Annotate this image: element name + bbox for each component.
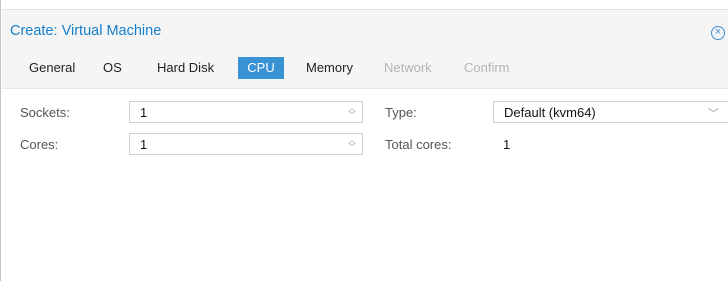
tab-os[interactable]: OS <box>97 57 128 79</box>
sockets-value: 1 <box>140 105 148 120</box>
spinner-icon[interactable]: ︿ ﹀ <box>347 105 357 120</box>
wizard-tab-bar: General OS Hard Disk CPU Memory Network … <box>2 47 728 89</box>
sockets-label: Sockets: <box>20 105 70 120</box>
close-icon[interactable]: × <box>711 26 725 40</box>
tab-general[interactable]: General <box>23 57 81 79</box>
total-cores-value: 1 <box>503 137 511 152</box>
total-cores-label: Total cores: <box>385 137 452 152</box>
type-label: Type: <box>385 105 417 120</box>
cores-label: Cores: <box>20 137 59 152</box>
sockets-input[interactable]: 1 ︿ ﹀ <box>129 101 363 123</box>
tab-confirm: Confirm <box>464 60 510 75</box>
dialog-title: Create: Virtual Machine <box>10 23 162 39</box>
tab-network: Network <box>384 60 432 75</box>
create-vm-dialog: Create: Virtual Machine × General OS Har… <box>0 0 728 281</box>
tab-cpu[interactable]: CPU <box>238 57 284 79</box>
cores-value: 1 <box>140 137 148 152</box>
type-value: Default (kvm64) <box>504 105 596 120</box>
tab-hard-disk[interactable]: Hard Disk <box>151 57 220 79</box>
tab-memory[interactable]: Memory <box>300 57 359 79</box>
dialog-header: Create: Virtual Machine × <box>2 9 728 48</box>
type-select[interactable]: Default (kvm64) ﹀ <box>493 101 728 123</box>
chevron-down-icon[interactable]: ﹀ <box>708 105 719 121</box>
cores-input[interactable]: 1 ︿ ﹀ <box>129 133 363 155</box>
spinner-icon[interactable]: ︿ ﹀ <box>347 137 357 152</box>
